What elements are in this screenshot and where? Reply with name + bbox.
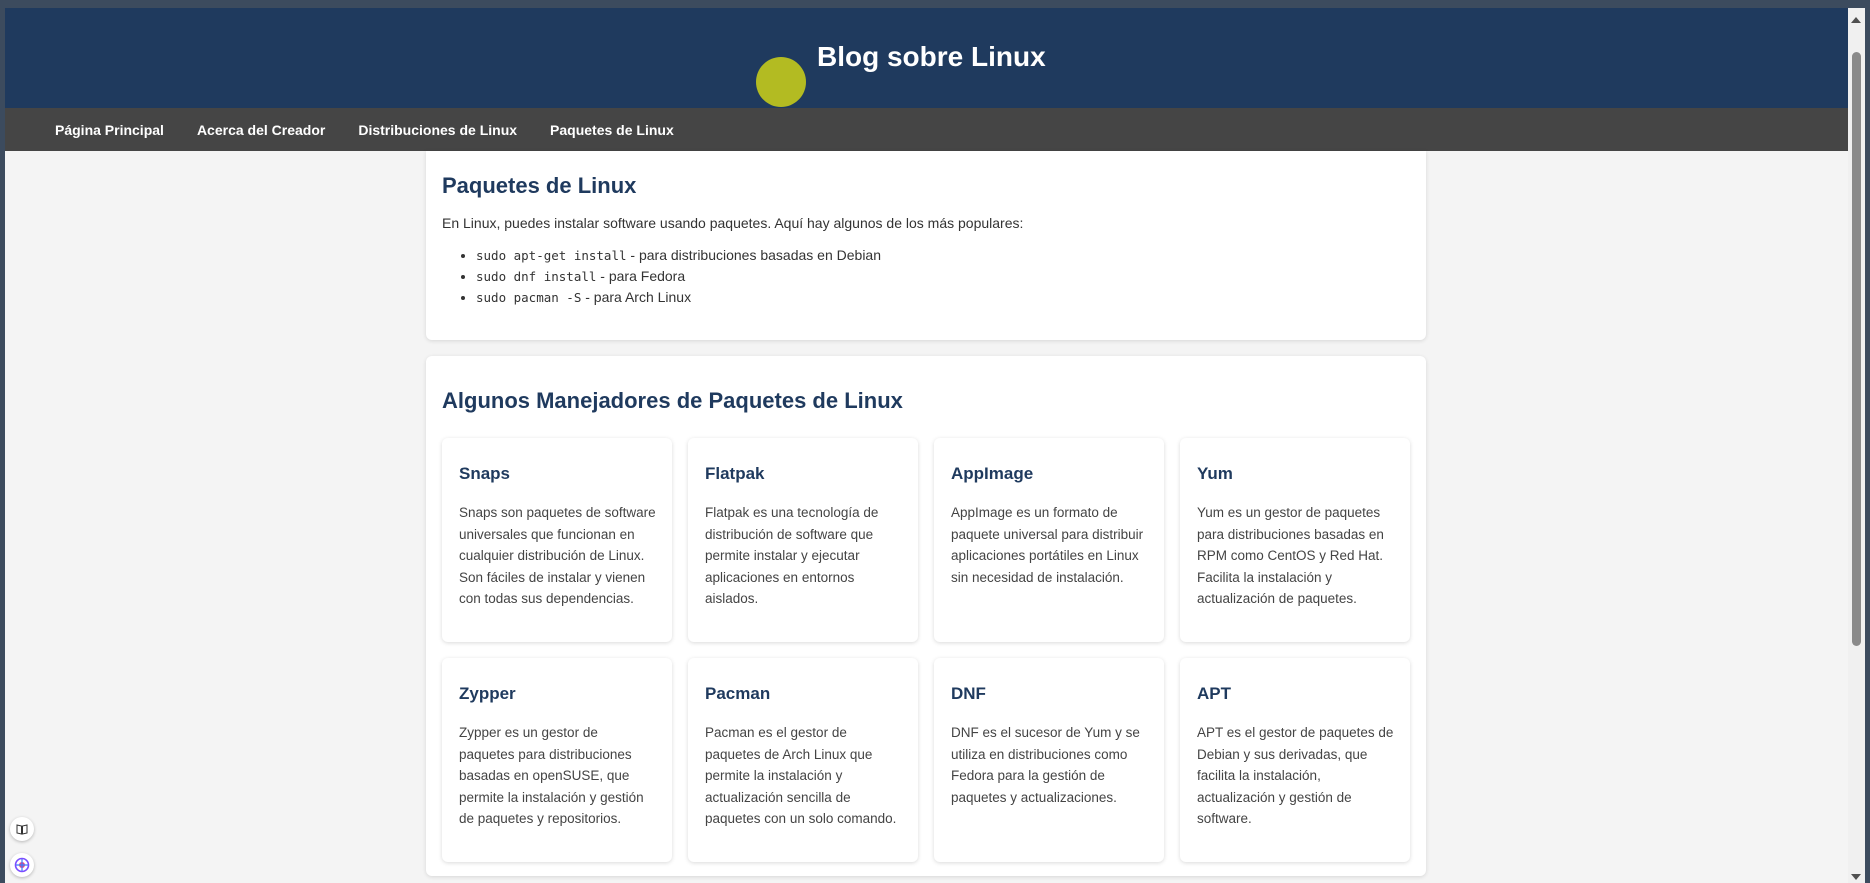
- manager-name: DNF: [951, 684, 986, 703]
- intro-title: Paquetes de Linux: [442, 173, 637, 198]
- manager-card-apt: APT APT es el gestor de paquetes de Debi…: [1180, 658, 1410, 862]
- manager-desc: AppImage es un formato de paquete univer…: [951, 505, 1144, 585]
- scroll-up-arrow-icon[interactable]: [1851, 17, 1861, 23]
- manager-card-pacman: Pacman Pacman es el gestor de paquetes d…: [688, 658, 918, 862]
- manager-name: AppImage: [951, 464, 1034, 483]
- manager-desc: APT es el gestor de paquetes de Debian y…: [1197, 725, 1394, 826]
- manager-desc: Flatpak es una tecnología de distribució…: [705, 505, 879, 606]
- page-viewport: Blog sobre Linux Página Principal Acerca…: [5, 8, 1848, 883]
- manager-name: Flatpak: [705, 464, 765, 483]
- manager-desc: DNF es el sucesor de Yum y se utiliza en…: [951, 725, 1140, 805]
- manager-name: APT: [1197, 684, 1231, 703]
- main-content: Paquetes de Linux En Linux, puedes insta…: [426, 151, 1426, 876]
- nav-link-distributions[interactable]: Distribuciones de Linux: [358, 122, 517, 138]
- command-item: sudo dnf install - para Fedora: [476, 266, 1410, 287]
- manager-name: Pacman: [705, 684, 771, 703]
- manager-desc: Yum es un gestor de paquetes para distri…: [1197, 505, 1384, 606]
- command-list: sudo apt-get install - para distribucion…: [442, 245, 1410, 308]
- command-item: sudo pacman -S - para Arch Linux: [476, 287, 1410, 308]
- manager-desc: Pacman es el gestor de paquetes de Arch …: [705, 725, 897, 826]
- manager-card-zypper: Zypper Zypper es un gestor de paquetes p…: [442, 658, 672, 862]
- managers-section: Algunos Manejadores de Paquetes de Linux…: [426, 356, 1426, 876]
- manager-card-flatpak: Flatpak Flatpak es una tecnología de dis…: [688, 438, 918, 642]
- managers-grid: Snaps Snaps son paquetes de software uni…: [442, 438, 1410, 862]
- reader-icon[interactable]: [10, 817, 34, 841]
- manager-desc: Zypper es un gestor de paquetes para dis…: [459, 725, 644, 826]
- nav-link-about[interactable]: Acerca del Creador: [197, 122, 325, 138]
- manager-card-yum: Yum Yum es un gestor de paquetes para di…: [1180, 438, 1410, 642]
- manager-card-appimage: AppImage AppImage es un formato de paque…: [934, 438, 1164, 642]
- intro-section: Paquetes de Linux En Linux, puedes insta…: [426, 151, 1426, 340]
- command-code: sudo pacman -S: [476, 290, 582, 305]
- command-desc: - para distribuciones basadas en Debian: [626, 247, 882, 263]
- manager-name: Zypper: [459, 684, 516, 703]
- logo-circle-icon: [756, 57, 806, 107]
- command-code: sudo apt-get install: [476, 248, 627, 263]
- site-title: Blog sobre Linux: [817, 41, 1046, 72]
- ai-assistant-icon[interactable]: [10, 853, 34, 877]
- command-desc: - para Fedora: [596, 268, 686, 284]
- command-code: sudo dnf install: [476, 269, 597, 284]
- command-item: sudo apt-get install - para distribucion…: [476, 245, 1410, 266]
- manager-name: Snaps: [459, 464, 511, 483]
- site-header: Blog sobre Linux: [5, 8, 1848, 108]
- intro-text: En Linux, puedes instalar software usand…: [442, 215, 1024, 231]
- nav-link-home[interactable]: Página Principal: [55, 122, 164, 138]
- manager-desc: Snaps son paquetes de software universal…: [459, 505, 656, 606]
- managers-title: Algunos Manejadores de Paquetes de Linux: [442, 388, 903, 413]
- manager-card-dnf: DNF DNF es el sucesor de Yum y se utiliz…: [934, 658, 1164, 862]
- nav-link-packages[interactable]: Paquetes de Linux: [550, 122, 674, 138]
- vertical-scrollbar[interactable]: [1848, 8, 1865, 883]
- scroll-thumb[interactable]: [1852, 52, 1861, 646]
- manager-card-snaps: Snaps Snaps son paquetes de software uni…: [442, 438, 672, 642]
- main-nav: Página Principal Acerca del Creador Dist…: [5, 108, 1848, 151]
- manager-name: Yum: [1197, 464, 1233, 483]
- scroll-down-arrow-icon[interactable]: [1851, 874, 1861, 880]
- command-desc: - para Arch Linux: [581, 289, 692, 305]
